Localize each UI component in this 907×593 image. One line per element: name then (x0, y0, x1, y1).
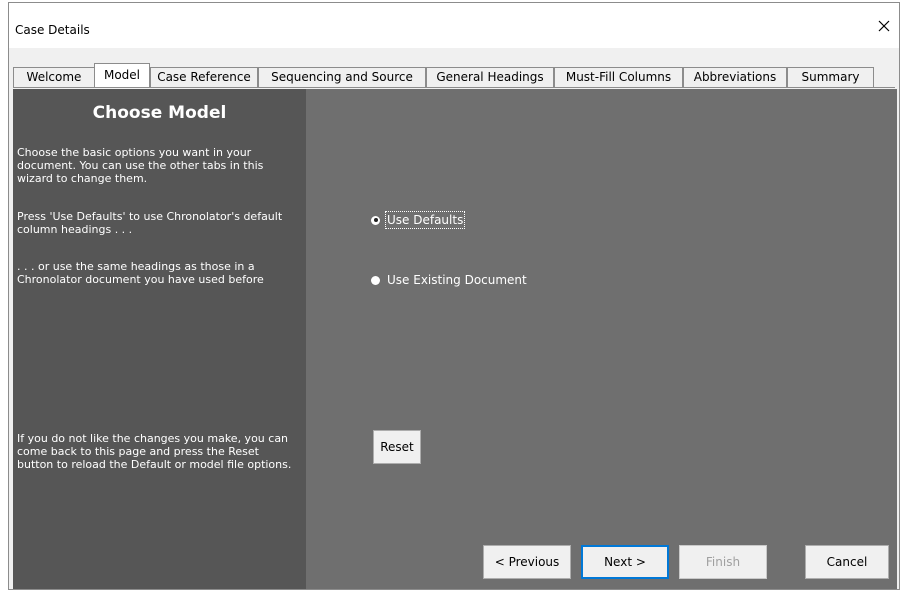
panel-title: Choose Model (92, 103, 227, 123)
use-existing-document-radio[interactable]: Use Existing Document (371, 273, 527, 287)
close-button[interactable] (871, 13, 897, 39)
use-defaults-radio[interactable]: Use Defaults (371, 211, 466, 229)
finish-button[interactable]: Finish (679, 545, 767, 579)
model-page: Choose Model Choose the basic options yo… (13, 89, 897, 589)
use-existing-document-label: Use Existing Document (387, 273, 527, 287)
tab-sequencing-and-source[interactable]: Sequencing and Source (258, 67, 426, 87)
info-panel: Choose Model Choose the basic options yo… (13, 89, 306, 589)
tab-case-reference[interactable]: Case Reference (150, 67, 258, 87)
cancel-button[interactable]: Cancel (805, 545, 889, 579)
tab-strip: Welcome Model Case Reference Sequencing … (9, 48, 899, 90)
existing-hint-text: . . . or use the same headings as those … (17, 260, 264, 286)
window-title: Case Details (15, 23, 90, 37)
use-defaults-label: Use Defaults (384, 211, 466, 229)
tab-summary[interactable]: Summary (787, 67, 874, 87)
close-icon (878, 20, 890, 32)
defaults-hint-text: Press 'Use Defaults' to use Chronolator'… (17, 210, 283, 236)
reset-button[interactable]: Reset (373, 430, 421, 464)
reset-hint-text: If you do not like the changes you make,… (17, 432, 292, 471)
tab-welcome[interactable]: Welcome (13, 67, 95, 87)
tab-must-fill-columns[interactable]: Must-Fill Columns (554, 67, 683, 87)
tab-general-headings[interactable]: General Headings (426, 67, 554, 87)
next-button[interactable]: Next > (581, 545, 669, 579)
title-bar: Case Details (9, 3, 899, 48)
radio-selected-icon (371, 215, 380, 225)
previous-button[interactable]: < Previous (483, 545, 571, 579)
intro-text: Choose the basic options you want in you… (17, 146, 264, 185)
radio-unselected-icon (371, 275, 380, 285)
tab-divider (13, 87, 895, 88)
tab-abbreviations[interactable]: Abbreviations (683, 67, 787, 87)
tab-model[interactable]: Model (94, 63, 150, 87)
case-details-dialog: Case Details Welcome Model Case Referenc… (8, 2, 900, 590)
